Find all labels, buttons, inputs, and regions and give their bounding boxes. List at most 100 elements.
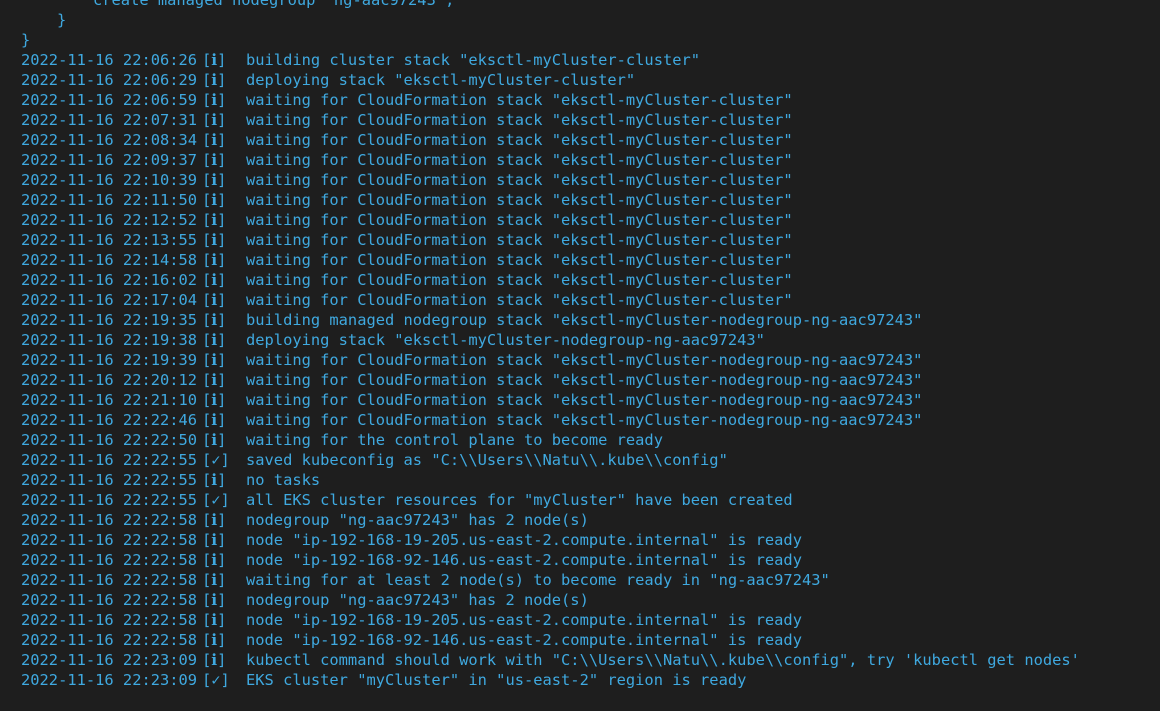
info-icon: [ℹ] bbox=[202, 91, 227, 109]
log-timestamp: 2022-11-16 22:17:04 bbox=[21, 291, 198, 309]
log-message: node "ip-192-168-19-205.us-east-2.comput… bbox=[246, 611, 802, 629]
log-line: 2022-11-16 22:22:58 [ℹ] node "ip-192-168-9… bbox=[21, 630, 1160, 650]
log-line: 2022-11-16 22:06:29 [ℹ] deploying stack "e… bbox=[21, 70, 1160, 90]
log-message: nodegroup "ng-aac97243" has 2 node(s) bbox=[246, 591, 589, 609]
log-line: 2022-11-16 22:19:38 [ℹ] deploying stack "e… bbox=[21, 330, 1160, 350]
info-icon: [ℹ] bbox=[202, 311, 227, 329]
log-message: waiting for CloudFormation stack "eksctl… bbox=[246, 411, 923, 429]
log-line: 2022-11-16 22:09:37 [ℹ] waiting for CloudF… bbox=[21, 150, 1160, 170]
log-timestamp: 2022-11-16 22:06:59 bbox=[21, 91, 198, 109]
log-message: node "ip-192-168-92-146.us-east-2.comput… bbox=[246, 551, 802, 569]
log-message: waiting for CloudFormation stack "eksctl… bbox=[246, 111, 793, 129]
log-line: 2022-11-16 22:19:39 [ℹ] waiting for CloudF… bbox=[21, 350, 1160, 370]
log-message: node "ip-192-168-19-205.us-east-2.comput… bbox=[246, 531, 802, 549]
log-line: 2022-11-16 22:16:02 [ℹ] waiting for CloudF… bbox=[21, 270, 1160, 290]
log-message: waiting for CloudFormation stack "eksctl… bbox=[246, 191, 793, 209]
info-icon: [ℹ] bbox=[202, 171, 227, 189]
log-message: kubectl command should work with "C:\\Us… bbox=[246, 651, 1080, 669]
log-message: waiting for CloudFormation stack "eksctl… bbox=[246, 271, 793, 289]
log-line: 2022-11-16 22:08:34 [ℹ] waiting for CloudF… bbox=[21, 130, 1160, 150]
log-message: nodegroup "ng-aac97243" has 2 node(s) bbox=[246, 511, 589, 529]
log-timestamp: 2022-11-16 22:20:12 bbox=[21, 371, 198, 389]
info-icon: [ℹ] bbox=[202, 331, 227, 349]
info-icon: [ℹ] bbox=[202, 371, 227, 389]
log-timestamp: 2022-11-16 22:22:58 bbox=[21, 531, 198, 549]
log-line: 2022-11-16 22:19:35 [ℹ] building managed n… bbox=[21, 310, 1160, 330]
log-timestamp: 2022-11-16 22:09:37 bbox=[21, 151, 198, 169]
log-message: waiting for at least 2 node(s) to become… bbox=[246, 571, 830, 589]
log-timestamp: 2022-11-16 22:11:50 bbox=[21, 191, 198, 209]
log-timestamp: 2022-11-16 22:22:46 bbox=[21, 411, 198, 429]
log-timestamp: 2022-11-16 22:14:58 bbox=[21, 251, 198, 269]
log-timestamp: 2022-11-16 22:22:55 bbox=[21, 471, 198, 489]
log-message: waiting for CloudFormation stack "eksctl… bbox=[246, 391, 923, 409]
info-icon: [ℹ] bbox=[202, 511, 227, 529]
log-timestamp: 2022-11-16 22:22:58 bbox=[21, 591, 198, 609]
log-timestamp: 2022-11-16 22:22:55 bbox=[21, 491, 198, 509]
terminal-output[interactable]: create managed nodegroup "ng-aac97243",}… bbox=[0, 0, 1160, 711]
log-message: waiting for CloudFormation stack "eksctl… bbox=[246, 91, 793, 109]
log-timestamp: 2022-11-16 22:22:58 bbox=[21, 571, 198, 589]
log-message: saved kubeconfig as "C:\\Users\\Natu\\.k… bbox=[246, 451, 728, 469]
info-icon: [ℹ] bbox=[202, 471, 227, 489]
log-line: 2022-11-16 22:22:58 [ℹ] waiting for at lea… bbox=[21, 570, 1160, 590]
info-icon: [ℹ] bbox=[202, 291, 227, 309]
log-line: 2022-11-16 22:20:12 [ℹ] waiting for CloudF… bbox=[21, 370, 1160, 390]
info-icon: [ℹ] bbox=[202, 391, 227, 409]
log-timestamp: 2022-11-16 22:22:50 bbox=[21, 431, 198, 449]
terminal-code-line: create managed nodegroup "ng-aac97243", bbox=[93, 0, 455, 9]
log-message: no tasks bbox=[246, 471, 321, 489]
log-timestamp: 2022-11-16 22:10:39 bbox=[21, 171, 198, 189]
log-line: 2022-11-16 22:22:58 [ℹ] node "ip-192-168-1… bbox=[21, 610, 1160, 630]
log-message: waiting for CloudFormation stack "eksctl… bbox=[246, 231, 793, 249]
log-message: waiting for CloudFormation stack "eksctl… bbox=[246, 171, 793, 189]
log-timestamp: 2022-11-16 22:21:10 bbox=[21, 391, 198, 409]
info-icon: [ℹ] bbox=[202, 191, 227, 209]
info-icon: [ℹ] bbox=[202, 231, 227, 249]
info-icon: [ℹ] bbox=[202, 551, 227, 569]
info-icon: [ℹ] bbox=[202, 531, 227, 549]
terminal-code-line: } bbox=[57, 11, 67, 29]
info-icon: [ℹ] bbox=[202, 611, 227, 629]
log-timestamp: 2022-11-16 22:23:09 bbox=[21, 651, 198, 669]
log-message: deploying stack "eksctl-myCluster-nodegr… bbox=[246, 331, 765, 349]
info-icon: [ℹ] bbox=[202, 151, 227, 169]
log-timestamp: 2022-11-16 22:22:58 bbox=[21, 611, 198, 629]
info-icon: [ℹ] bbox=[202, 651, 227, 669]
success-check-icon: [✓] bbox=[202, 451, 230, 469]
log-timestamp: 2022-11-16 22:07:31 bbox=[21, 111, 198, 129]
info-icon: [ℹ] bbox=[202, 411, 227, 429]
log-timestamp: 2022-11-16 22:06:26 bbox=[21, 51, 198, 69]
log-line: 2022-11-16 22:23:09 [ℹ] kubectl command sh… bbox=[21, 650, 1160, 670]
log-timestamp: 2022-11-16 22:16:02 bbox=[21, 271, 198, 289]
info-icon: [ℹ] bbox=[202, 111, 227, 129]
log-message: waiting for CloudFormation stack "eksctl… bbox=[246, 131, 793, 149]
info-icon: [ℹ] bbox=[202, 131, 227, 149]
log-line: 2022-11-16 22:22:55 [ℹ] no tasks bbox=[21, 470, 1160, 490]
log-line: 2022-11-16 22:11:50 [ℹ] waiting for CloudF… bbox=[21, 190, 1160, 210]
log-timestamp: 2022-11-16 22:22:58 bbox=[21, 631, 198, 649]
info-icon: [ℹ] bbox=[202, 591, 227, 609]
info-icon: [ℹ] bbox=[202, 631, 227, 649]
log-timestamp: 2022-11-16 22:13:55 bbox=[21, 231, 198, 249]
terminal-code-line: } bbox=[21, 31, 31, 49]
log-timestamp: 2022-11-16 22:19:35 bbox=[21, 311, 198, 329]
log-line: 2022-11-16 22:22:55 [✓] all EKS cluster re… bbox=[21, 490, 1160, 510]
log-message: waiting for CloudFormation stack "eksctl… bbox=[246, 291, 793, 309]
log-line: 2022-11-16 22:22:58 [ℹ] nodegroup "ng-aac9… bbox=[21, 590, 1160, 610]
log-message: waiting for CloudFormation stack "eksctl… bbox=[246, 351, 923, 369]
log-line: 2022-11-16 22:06:26 [ℹ] building cluster s… bbox=[21, 50, 1160, 70]
log-line: 2022-11-16 22:22:58 [ℹ] node "ip-192-168-1… bbox=[21, 530, 1160, 550]
log-line: 2022-11-16 22:06:59 [ℹ] waiting for CloudF… bbox=[21, 90, 1160, 110]
log-message: node "ip-192-168-92-146.us-east-2.comput… bbox=[246, 631, 802, 649]
log-line: 2022-11-16 22:22:55 [✓] saved kubeconfig a… bbox=[21, 450, 1160, 470]
log-line: 2022-11-16 22:10:39 [ℹ] waiting for CloudF… bbox=[21, 170, 1160, 190]
log-message: waiting for CloudFormation stack "eksctl… bbox=[246, 251, 793, 269]
log-timestamp: 2022-11-16 22:08:34 bbox=[21, 131, 198, 149]
log-line: 2022-11-16 22:22:50 [ℹ] waiting for the co… bbox=[21, 430, 1160, 450]
log-timestamp: 2022-11-16 22:12:52 bbox=[21, 211, 198, 229]
log-message: waiting for the control plane to become … bbox=[246, 431, 663, 449]
log-message: all EKS cluster resources for "myCluster… bbox=[246, 491, 793, 509]
info-icon: [ℹ] bbox=[202, 351, 227, 369]
log-timestamp: 2022-11-16 22:06:29 bbox=[21, 71, 198, 89]
